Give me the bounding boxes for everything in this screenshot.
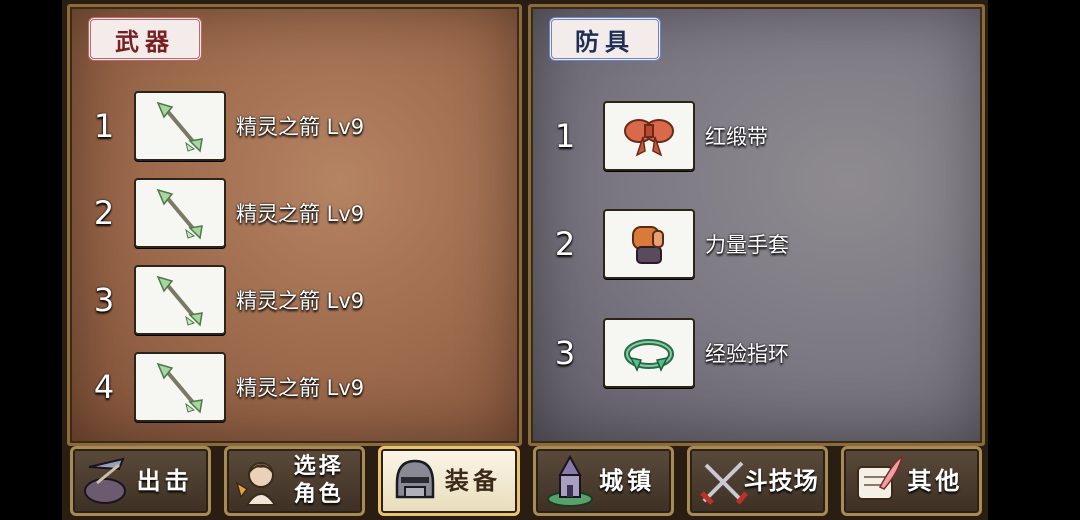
sortie-icon bbox=[84, 457, 126, 504]
character-portrait-icon bbox=[235, 462, 277, 506]
armor-panel: 防具 1 红缎带 2 力量手套 3 经验指环 bbox=[528, 4, 985, 446]
select-character-label-line2: 角色 bbox=[293, 482, 344, 507]
armor-slot-1[interactable]: 1 红缎带 bbox=[545, 101, 768, 171]
weapon-slot-3[interactable]: 3 精灵之箭 Lv9 bbox=[84, 265, 364, 335]
weapon-name: 精灵之箭 Lv9 bbox=[236, 376, 365, 400]
weapons-header: 武器 bbox=[88, 17, 202, 61]
equipment-label: 装备 bbox=[444, 467, 501, 495]
armor-name: 力量手套 bbox=[705, 233, 789, 257]
arena-button[interactable]: 斗技场 bbox=[686, 446, 828, 516]
weapon-slot-1[interactable]: 1 精灵之箭 Lv9 bbox=[84, 91, 364, 161]
select-character-label-line1: 选择 bbox=[293, 454, 344, 479]
slot-number: 1 bbox=[93, 107, 115, 145]
armor-slot-2[interactable]: 2 力量手套 bbox=[545, 209, 789, 279]
armor-helmet-icon bbox=[396, 459, 435, 499]
weapons-panel: 武器 1 精灵之箭 Lv9 2 精灵之箭 Lv9 3 精灵之箭 Lv9 4 精灵… bbox=[67, 4, 522, 446]
weapon-name: 精灵之箭 Lv9 bbox=[236, 115, 365, 139]
sortie-label: 出击 bbox=[136, 467, 193, 495]
town-label: 城镇 bbox=[599, 467, 656, 495]
elf-arrow-icon[interactable] bbox=[134, 178, 226, 248]
game-screen: 武器 1 精灵之箭 Lv9 2 精灵之箭 Lv9 3 精灵之箭 Lv9 4 精灵… bbox=[62, 0, 988, 520]
other-button[interactable]: 其他 bbox=[840, 446, 983, 516]
select-character-label: 选择 角色 bbox=[294, 453, 344, 509]
exp-ring-icon[interactable] bbox=[603, 318, 695, 388]
equipment-button[interactable]: 装备 bbox=[378, 446, 520, 516]
weapon-name: 精灵之箭 Lv9 bbox=[236, 202, 365, 226]
slot-number: 2 bbox=[554, 225, 576, 263]
scroll-feather-icon bbox=[856, 455, 903, 500]
armor-slot-3[interactable]: 3 经验指环 bbox=[545, 318, 789, 388]
sortie-button[interactable]: 出击 bbox=[70, 446, 212, 516]
armor-name: 红缎带 bbox=[705, 125, 768, 149]
arena-label: 斗技场 bbox=[743, 467, 819, 495]
crossed-swords-icon bbox=[699, 461, 748, 505]
town-button[interactable]: 城镇 bbox=[532, 446, 674, 516]
slot-number: 3 bbox=[554, 334, 576, 372]
other-label: 其他 bbox=[907, 467, 964, 495]
slot-number: 2 bbox=[93, 194, 115, 232]
bottom-nav: 出击 选择 角色 装备 城镇 斗技场 其他 bbox=[70, 446, 983, 516]
castle-town-icon bbox=[546, 454, 593, 507]
weapon-slot-2[interactable]: 2 精灵之箭 Lv9 bbox=[84, 178, 364, 248]
armor-header: 防具 bbox=[549, 17, 661, 61]
slot-number: 4 bbox=[93, 368, 115, 406]
elf-arrow-icon[interactable] bbox=[134, 352, 226, 422]
elf-arrow-icon[interactable] bbox=[134, 265, 226, 335]
select-character-button[interactable]: 选择 角色 bbox=[224, 446, 366, 516]
slot-number: 3 bbox=[93, 281, 115, 319]
elf-arrow-icon[interactable] bbox=[134, 91, 226, 161]
slot-number: 1 bbox=[554, 117, 576, 155]
armor-name: 经验指环 bbox=[705, 342, 789, 366]
red-ribbon-icon[interactable] bbox=[603, 101, 695, 171]
power-glove-icon[interactable] bbox=[603, 209, 695, 279]
weapon-name: 精灵之箭 Lv9 bbox=[236, 289, 365, 313]
weapon-slot-4[interactable]: 4 精灵之箭 Lv9 bbox=[84, 352, 364, 422]
